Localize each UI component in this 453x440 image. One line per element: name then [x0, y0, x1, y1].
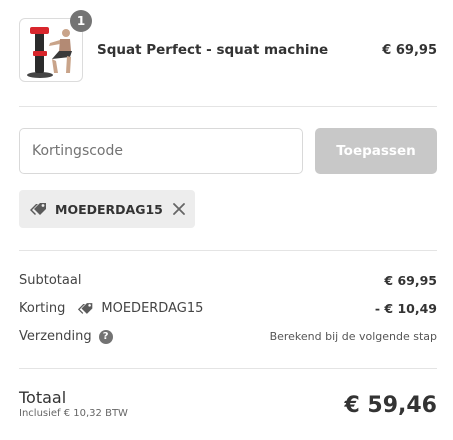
help-icon[interactable]: ? [98, 329, 113, 344]
product-name: Squat Perfect - squat machine [97, 42, 329, 58]
remove-discount-button[interactable] [172, 203, 185, 215]
quantity-badge: 1 [70, 10, 92, 32]
close-icon [172, 203, 185, 215]
shipping-value: Berekend bij de volgende stap [269, 330, 437, 343]
total-label: Totaal [19, 388, 67, 407]
total-amount: € 59,46 [344, 393, 437, 418]
shipping-label: Verzending [19, 329, 92, 344]
discount-code-input[interactable] [19, 128, 303, 174]
subtotal-row: Subtotaal € 69,95 [19, 273, 437, 288]
product-price: € 69,95 [382, 42, 437, 58]
divider [19, 368, 437, 369]
product-thumbnail: 1 [19, 10, 92, 82]
discount-code-label: MOEDERDAG15 [101, 301, 204, 316]
subtotal-value: € 69,95 [384, 273, 437, 288]
divider [19, 250, 437, 251]
tag-icon [30, 203, 46, 215]
applied-discount-code: MOEDERDAG15 [55, 201, 163, 217]
applied-discount-tag: MOEDERDAG15 [19, 190, 195, 228]
apply-discount-button[interactable]: Toepassen [315, 128, 437, 174]
divider [19, 106, 437, 107]
line-item: 1 Squat Perfect - squat machine € 69,95 [19, 10, 437, 82]
discount-row: Korting MOEDERDAG15 - € 10,49 [19, 301, 437, 316]
squat-machine-image [22, 21, 80, 79]
tax-note: Inclusief € 10,32 BTW [19, 408, 128, 419]
tag-icon [78, 303, 93, 314]
discount-label: Korting [19, 301, 66, 316]
shipping-row: Verzending ? Berekend bij de volgende st… [19, 329, 437, 344]
discount-value: - € 10,49 [374, 301, 437, 316]
subtotal-label: Subtotaal [19, 273, 82, 288]
